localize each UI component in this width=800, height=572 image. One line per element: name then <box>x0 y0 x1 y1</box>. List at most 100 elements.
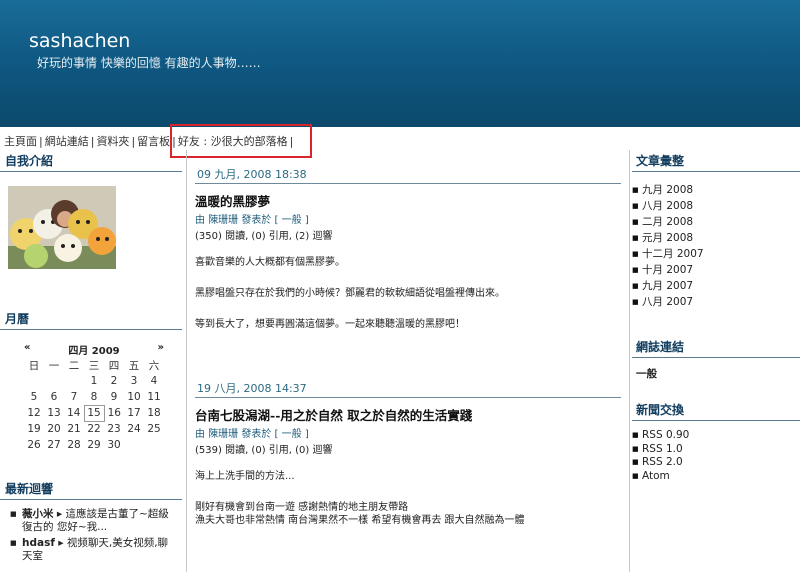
profile-photo <box>8 186 116 269</box>
calendar-day: 30 <box>107 439 121 451</box>
calendar-day: 28 <box>67 439 81 451</box>
calendar-day: 7 <box>70 391 78 403</box>
post-category-link[interactable]: 一般 <box>282 215 302 226</box>
post-title[interactable]: 台南七股潟湖--用之於自然 取之於自然的生活實踐 <box>195 405 621 424</box>
calendar-empty-cell <box>24 373 44 389</box>
meta-prefix: 由 <box>195 429 205 440</box>
calendar-empty-cell <box>144 437 164 453</box>
post-paragraph: 剛好有機會到台南一遊 感謝熱情的地主朋友帶路 漁夫大哥也非常熱情 南台灣果然不一… <box>195 502 525 526</box>
calendar-month-label: 四月 2009 <box>68 346 120 357</box>
archive-list: 九月 2008 八月 2008 二月 2008 元月 2008 十二月 2007… <box>632 182 800 310</box>
archive-item[interactable]: 八月 2007 <box>632 294 800 310</box>
calendar-day: 6 <box>50 391 58 403</box>
main-content: 09 九月, 2008 18:38 溫暖的黑膠夢 由 陳珊珊 發表於 [ 一般 … <box>186 150 630 572</box>
calendar-week-row: 5 6 7 8 9 10 11 <box>24 389 164 405</box>
calendar-day: 15 <box>83 404 105 422</box>
post-paragraph: 海上上洗手間的方法... <box>195 471 295 482</box>
nav-separator: | <box>131 135 136 148</box>
calendar-week-row: 1234 <box>24 373 164 389</box>
post-body: 喜歡音樂的人大概都有個黑膠夢。 黑膠唱盤只存在於我們的小時候？鄧麗君的軟軟細語從… <box>195 256 621 331</box>
post-stats[interactable]: (539) 閱讀, (0) 引用, (0) 迴響 <box>195 441 621 456</box>
weekday-label: 一 <box>48 359 60 372</box>
archive-item[interactable]: 元月 2008 <box>632 230 800 246</box>
feed-item[interactable]: RSS 2.0 <box>632 456 800 470</box>
calendar-next-link[interactable]: » <box>158 342 164 357</box>
calendar-day: 9 <box>110 391 118 403</box>
feed-item[interactable]: RSS 0.90 <box>632 429 800 443</box>
archive-item[interactable]: 十二月 2007 <box>632 246 800 262</box>
weekday-label: 二 <box>68 359 80 372</box>
post-date: 09 九月, 2008 18:38 <box>195 166 621 184</box>
calendar-section-title: 月曆 <box>0 308 182 330</box>
calendar-week-row: 12 13 14 15 16 17 18 <box>24 404 164 422</box>
post-paragraph: 等到長大了，想要再圓滿這個夢。一起來聽聽溫暖的黑膠吧！ <box>195 319 465 330</box>
feed-item[interactable]: RSS 1.0 <box>632 443 800 457</box>
post-stats[interactable]: (350) 閱讀, (0) 引用, (2) 迴響 <box>195 227 621 242</box>
comment-item[interactable]: 薇小米 ▸ 這應該是古董了~超級復古的 您好~我... <box>0 508 182 534</box>
calendar-day: 22 <box>87 423 101 436</box>
calendar-day: 10 <box>127 391 141 403</box>
nav-guestbook[interactable]: 留言板 <box>137 135 170 148</box>
calendar-empty-cell <box>64 373 84 389</box>
right-sidebar: 文章彙整 九月 2008 八月 2008 二月 2008 元月 2008 十二月… <box>632 150 800 483</box>
calendar-day: 13 <box>47 407 61 419</box>
archive-item[interactable]: 八月 2008 <box>632 198 800 214</box>
meta-suffix: ] <box>304 429 309 440</box>
site-title[interactable]: sashachen <box>29 30 130 52</box>
archive-section-title: 文章彙整 <box>632 150 800 172</box>
calendar-day: 17 <box>127 407 141 419</box>
calendar: « 四月 2009 » 日 一 二 三 四 五 六 1 2 3 4 5 6 7 8 9 10 11 1… <box>24 342 164 453</box>
calendar-day: 23 <box>107 423 121 435</box>
calendar-day: 29 <box>87 439 101 451</box>
calendar-day: 3 <box>130 375 138 387</box>
calendar-day: 20 <box>47 423 61 435</box>
links-category[interactable]: 一般 <box>632 366 800 381</box>
nav-home[interactable]: 主頁面 <box>4 135 37 148</box>
meta-suffix: ] <box>304 215 309 226</box>
nav-separator: | <box>39 135 43 148</box>
meta-mid: 發表於 [ <box>241 215 279 226</box>
links-section-title: 網誌連結 <box>632 336 800 358</box>
feeds-list: RSS 0.90 RSS 1.0 RSS 2.0 Atom <box>632 429 800 483</box>
archive-item[interactable]: 二月 2008 <box>632 214 800 230</box>
calendar-day: 1 <box>90 375 98 387</box>
feed-item[interactable]: Atom <box>632 470 800 484</box>
recent-comments: 最新迴響 薇小米 ▸ 這應該是古董了~超級復古的 您好~我... hdasf ▸… <box>0 478 182 566</box>
nav-folders[interactable]: 資料夾 <box>96 135 129 148</box>
post-title[interactable]: 溫暖的黑膠夢 <box>195 191 621 210</box>
post-author-link[interactable]: 陳珊珊 <box>208 215 238 226</box>
left-sidebar: 自我介紹 月曆 « 四月 2009 » 日 一 二 三 四 五 六 1 2 3 … <box>0 150 182 451</box>
calendar-prev-link[interactable]: « <box>24 342 30 357</box>
calendar-empty-cell <box>44 373 64 389</box>
weekday-label: 六 <box>148 359 160 372</box>
calendar-day: 11 <box>147 391 161 403</box>
archive-item[interactable]: 九月 2007 <box>632 278 800 294</box>
nav-links[interactable]: 網站連結 <box>45 135 89 148</box>
calendar-day: 26 <box>27 439 41 451</box>
weekday-label: 四 <box>108 359 120 372</box>
meta-prefix: 由 <box>195 215 205 226</box>
site-header: sashachen 好玩的事情 快樂的回憶 有趣的人事物…… <box>0 0 800 127</box>
blog-post: 09 九月, 2008 18:38 溫暖的黑膠夢 由 陳珊珊 發表於 [ 一般 … <box>195 166 621 331</box>
nav-separator: | <box>90 135 95 148</box>
meta-mid: 發表於 [ <box>241 429 279 440</box>
blog-post: 19 八月, 2008 14:37 台南七股潟湖--用之於自然 取之於自然的生活… <box>195 380 621 527</box>
calendar-day: 21 <box>67 423 81 435</box>
archive-item[interactable]: 九月 2008 <box>632 182 800 198</box>
weekday-label: 三 <box>88 359 100 372</box>
intro-section-title: 自我介紹 <box>0 150 182 172</box>
calendar-day: 12 <box>27 407 41 419</box>
post-body: 海上上洗手間的方法... 剛好有機會到台南一遊 感謝熱情的地主朋友帶路 漁夫大哥… <box>195 470 621 527</box>
post-category-link[interactable]: 一般 <box>282 429 302 440</box>
comments-section-title: 最新迴響 <box>0 478 182 500</box>
comment-author[interactable]: hdasf <box>22 537 55 549</box>
archive-item[interactable]: 十月 2007 <box>632 262 800 278</box>
calendar-empty-cell <box>124 437 144 453</box>
post-author-link[interactable]: 陳珊珊 <box>208 429 238 440</box>
calendar-day: 24 <box>127 423 141 435</box>
post-paragraph: 黑膠唱盤只存在於我們的小時候？鄧麗君的軟軟細語從唱盤裡傳出來。 <box>195 288 505 299</box>
comment-item[interactable]: hdasf ▸ 视频聊天,美女视频,聊天室 <box>0 537 182 563</box>
comment-author[interactable]: 薇小米 <box>22 508 54 520</box>
calendar-day: 4 <box>150 375 158 387</box>
calendar-day: 25 <box>147 423 161 435</box>
